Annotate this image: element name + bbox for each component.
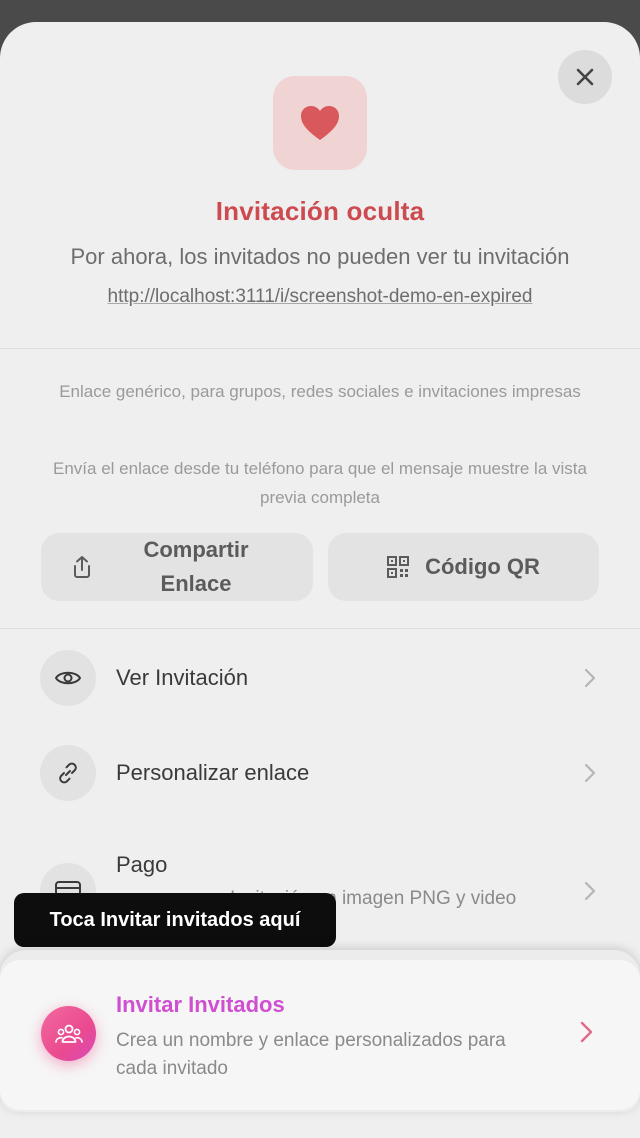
close-button[interactable] [558,50,612,104]
chevron-right-icon [584,668,596,688]
chevron-right-icon [584,881,596,901]
invitation-url[interactable]: http://localhost:3111/i/screenshot-demo-… [0,286,640,308]
chevron-right-icon [580,1021,593,1043]
chevron-right-icon [584,763,596,783]
eye-icon [55,671,81,685]
menu-label-customize-link: Personalizar enlace [116,760,310,785]
divider [0,348,640,349]
invite-guests-title: Invitar Invitados [116,992,285,1017]
menu-label-view-invitation: Ver Invitación [116,665,249,690]
link-icon [59,762,77,784]
share-icon [74,556,90,578]
qr-code-icon [387,556,410,578]
menu-icon-bg [40,650,96,706]
menu-label-payment: Pago [116,852,168,877]
send-from-phone-note: Envía el enlace desde tu teléfono para q… [53,459,587,507]
generic-link-note: Enlace genérico, para grupos, redes soci… [59,382,581,401]
qr-code-button[interactable]: Código QR [328,533,599,601]
menu-item-customize-link[interactable]: Personalizar enlace [40,745,600,805]
invite-guests-desc: Crea un nombre y enlace personalizados p… [116,1030,506,1079]
close-icon [576,68,594,86]
onboarding-tooltip: Toca Invitar invitados aquí [14,893,336,947]
invite-guests-icon-bg [41,1006,96,1061]
guests-icon [54,1024,83,1043]
menu-item-view-invitation[interactable]: Ver Invitación [40,650,600,710]
share-link-button[interactable]: Compartir Enlace [41,533,313,601]
status-title: Invitación oculta [215,196,425,226]
heart-icon [301,106,339,140]
status-icon-box [273,76,367,170]
share-label-line1: Compartir [143,537,249,562]
qr-code-label: Código QR [425,554,540,579]
status-subtitle: Por ahora, los invitados no pueden ver t… [70,244,570,269]
menu-icon-bg [40,745,96,801]
share-label-line2: Enlace [160,571,232,596]
divider [0,628,640,629]
